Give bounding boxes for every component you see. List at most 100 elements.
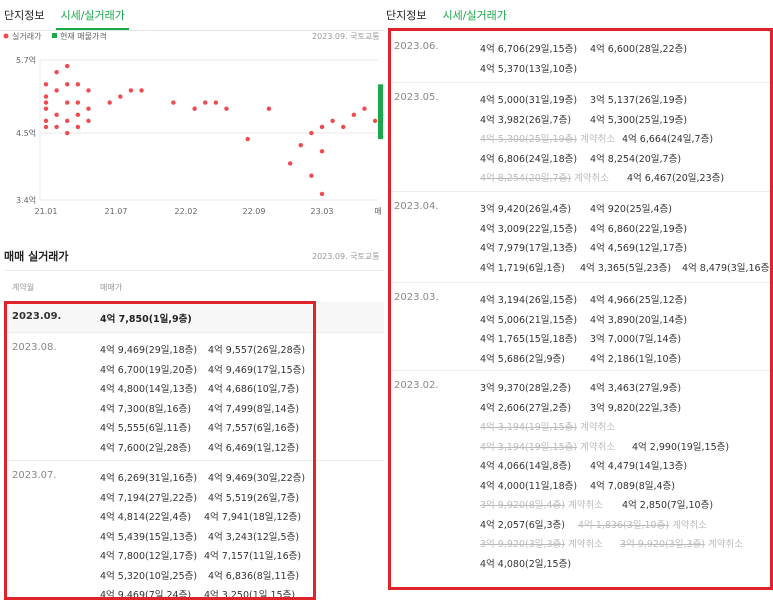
trade-point (54, 88, 59, 93)
trade-point (224, 106, 229, 111)
trade-record: 4억 1,765(15일,18층) (480, 331, 577, 345)
trade-record: 4억 9,469(7일,24층) (100, 590, 192, 601)
trade-record-text: 3억 5,137(26일,19층) (590, 95, 688, 106)
trade-record-text: 4억 5,000(31일,19층) (480, 95, 578, 106)
trade-record: 4억 1,719(6일,1층) (480, 260, 565, 274)
x-tick-label: 23.03 (311, 207, 334, 216)
y-tick-label: 5.7억 (16, 55, 36, 65)
trade-record: 4억 4,800(14일,13층) (100, 384, 198, 395)
trade-record: 4억 6,469(1일,12층) (208, 442, 300, 454)
chart-grid (39, 59, 378, 201)
trade-record-text: 4억 2,057(6일,3층) (480, 519, 566, 531)
trade-record: 4억 6,600(28일,22층) (590, 41, 687, 55)
trade-record-text: 4억 8,254(20일,7층) (590, 153, 682, 165)
trade-record: 4억 9,557(26일,28층) (208, 345, 306, 356)
trade-record: 4억 4,569(12일,17층) (590, 240, 687, 254)
trade-point (171, 100, 176, 105)
trade-record-text: 4억 5,370(13일,10층) (480, 63, 578, 75)
section-title: 매매 실거래가 (4, 250, 69, 263)
trade-record-text: 4억 5,686(2일,9층) (480, 353, 566, 365)
legend-trade-label: 실거래가 (12, 31, 42, 41)
trade-record: 4억 3,463(27일,9층) (590, 380, 681, 394)
trade-point (107, 100, 112, 105)
cancelled-trade-record: 4억 5,300(25일,19층) 계약취소 (480, 131, 615, 145)
y-axis-labels: 5.7억 4.5억 3.4억 (16, 55, 36, 205)
cancelled-trade-record: 4억 1,836(3일,10층) 계약취소 (578, 517, 707, 531)
trade-record: 4억 7,499(8일,14층) (208, 403, 300, 415)
cancelled-trade-record: 3억 9,920(3일,3층) 계약취소 (480, 536, 603, 550)
trade-record-text: 4억 2,606(27일,2층) (480, 402, 572, 414)
trade-record: 3억 9,370(28일,2층) (480, 380, 571, 394)
trade-point (351, 112, 357, 117)
trade-point (203, 100, 208, 105)
trade-record-text: 4억 5,300(25일,19층) (480, 134, 578, 145)
trade-record-text: 3억 7,000(7일,14층) (590, 334, 682, 345)
trade-record-text: 4억 3,463(27일,9층) (590, 383, 682, 394)
cancel-note: 계약취소 (565, 500, 603, 511)
trade-record: 4억 2,850(7일,10층) (622, 497, 713, 511)
trade-record-text: 4억 3,009(22일,15층) (480, 223, 578, 235)
trade-point (139, 88, 144, 93)
trade-point (192, 106, 197, 111)
trade-point (319, 124, 325, 130)
trade-record-text: 4억 5,006(21일,15층) (480, 314, 578, 326)
divider (4, 460, 384, 461)
cancelled-trade-record: 3억 9,920(8일,4층) 계약취소 (480, 497, 603, 511)
trade-record-text: 4억 3,194(19일,15층) (480, 441, 578, 453)
trade-record: 4억 5,519(26일,7층) (208, 492, 300, 504)
divider (390, 370, 770, 371)
trade-point (86, 106, 91, 111)
trade-record: 4억 5,006(21일,15층) (480, 312, 577, 326)
month-label: 2023.03. (394, 292, 439, 303)
trade-point (75, 124, 81, 130)
x-tick-label: 21.01 (35, 207, 58, 216)
trade-point (65, 82, 70, 87)
trade-point (43, 118, 49, 124)
cancel-note: 계약취소 (577, 422, 616, 433)
trade-point (309, 130, 314, 136)
trade-record: 4억 3,243(12일,5층) (208, 531, 300, 543)
trade-record-text: 4억 3,890(20일,14층) (590, 314, 688, 326)
tab-price[interactable]: 시세/실거래가 (56, 1, 130, 30)
trade-point (362, 106, 367, 111)
trade-record-text: 4억 1,765(15일,18층) (480, 334, 578, 345)
trade-record-text: 3억 9,420(26일,4층) (480, 204, 572, 215)
cancelled-trade-record: 3억 9,920(3일,3층) 계약취소 (620, 536, 743, 550)
trade-record-text: 4억 3,194(19일,15층) (480, 422, 578, 433)
legend-listing-marker (52, 33, 57, 38)
trade-point (65, 100, 70, 105)
trade-record-text: 4억 6,860(22일,19층) (590, 223, 688, 235)
trade-record-text: 3억 9,370(28일,2층) (480, 383, 572, 394)
trade-point (330, 118, 335, 124)
tab-price-right[interactable]: 시세/실거래가 (438, 1, 512, 30)
trade-record: 4억 7,600(2일,28층) (100, 442, 192, 454)
divider (390, 82, 770, 83)
trade-point (245, 136, 250, 142)
trade-record: 4억 3,194(26일,15층) (480, 292, 577, 306)
tab-complex-info-right[interactable]: 단지정보 (386, 1, 426, 30)
trade-record: 4억 3,009(22일,15층) (480, 221, 577, 235)
trade-record: 4억 6,467(20일,23층) (627, 170, 724, 184)
right-tab-bar: 단지정보 시세/실거래가 (386, 0, 523, 30)
cancelled-trade-record: 4억 3,194(19일,15층) 계약취소 (480, 439, 615, 453)
listing-price-bar (378, 84, 383, 140)
trade-point (128, 88, 134, 93)
trade-record: 4억 7,979(17일,13층) (480, 240, 577, 254)
trade-record: 4억 6,836(8일,11층) (208, 570, 300, 582)
trade-record: 3억 9,820(22일,3층) (590, 400, 681, 414)
trade-record: 4억 7,300(8일,16층) (100, 403, 192, 415)
trade-point (54, 124, 59, 130)
section-source: 2023.09. 국토교통 (312, 252, 380, 261)
trade-record: 4억 4,066(14일,8층) (480, 458, 571, 472)
month-label: 2023.06. (394, 41, 439, 52)
trade-point (75, 100, 81, 105)
month-label: 2023.07. (12, 470, 57, 481)
trade-record-text: 4억 4,080(2일,15층) (480, 558, 572, 570)
trade-point (54, 69, 59, 75)
trade-record: 4억 4,000(11일,18층) (480, 478, 577, 492)
trade-record-text: 4억 7,089(8일,4층) (590, 480, 676, 492)
data-points (43, 63, 384, 197)
column-header-price: 매매가 (100, 283, 123, 292)
trade-record-text: 4억 4,966(25일,12층) (590, 295, 688, 306)
tab-complex-info[interactable]: 단지정보 (4, 1, 44, 30)
